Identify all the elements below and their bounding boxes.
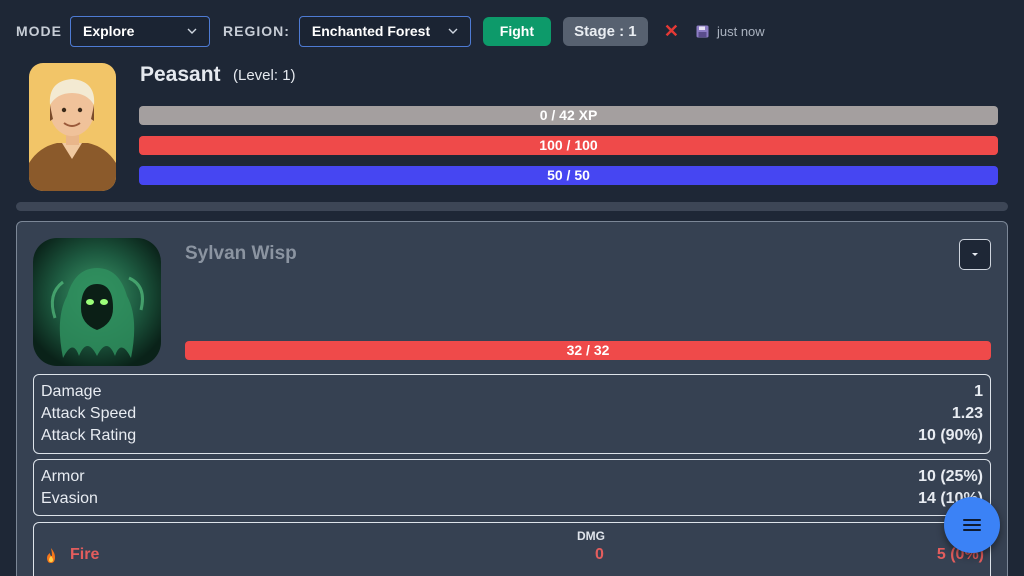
stat-label: Attack Speed bbox=[41, 405, 137, 422]
player-level: (Level: 1) bbox=[233, 67, 296, 84]
stat-row-armor: Armor 10 (25%) bbox=[41, 466, 983, 488]
mode-select[interactable]: Explore bbox=[70, 15, 210, 47]
chevron-down-icon bbox=[448, 28, 458, 34]
region-select-value: Enchanted Forest bbox=[311, 23, 431, 39]
stat-label: Evasion bbox=[41, 490, 98, 507]
section-divider bbox=[16, 202, 1008, 211]
element-name: Fire bbox=[70, 546, 100, 563]
xp-bar: 0 / 42 XP bbox=[139, 106, 998, 125]
mode-label: MODE bbox=[16, 23, 62, 39]
stat-row-attack-speed: Attack Speed 1.23 bbox=[41, 403, 983, 425]
stat-row-evasion: Evasion 14 (10%) bbox=[41, 488, 983, 510]
enemy-name: Sylvan Wisp bbox=[185, 243, 297, 264]
stat-value: 1 bbox=[974, 383, 983, 400]
fight-button[interactable]: Fight bbox=[482, 16, 551, 46]
stat-row-attack-rating: Attack Rating 10 (90%) bbox=[41, 425, 983, 447]
enemy-avatar bbox=[33, 238, 161, 366]
region-select[interactable]: Enchanted Forest bbox=[298, 15, 471, 47]
hamburger-menu-icon bbox=[963, 519, 981, 531]
save-icon bbox=[696, 25, 709, 37]
stat-value: 10 (90%) bbox=[918, 427, 983, 444]
enemy-health-bar-text: 32 / 32 bbox=[566, 342, 610, 358]
elements-column-header: DMG bbox=[577, 529, 605, 543]
chevron-down-icon bbox=[187, 28, 197, 34]
player-avatar bbox=[29, 63, 116, 191]
save-status: just now bbox=[716, 23, 765, 39]
region-label: REGION: bbox=[223, 23, 290, 39]
offense-stats-box: Damage 1 Attack Speed 1.23 Attack Rating… bbox=[33, 374, 991, 454]
element-damage: 0 bbox=[595, 546, 604, 563]
stat-label: Armor bbox=[41, 468, 85, 485]
fire-icon bbox=[47, 548, 55, 563]
xp-bar-text: 0 / 42 XP bbox=[539, 107, 598, 123]
stat-value: 10 (25%) bbox=[918, 468, 983, 485]
defense-stats-box: Armor 10 (25%) Evasion 14 (10%) bbox=[33, 459, 991, 516]
health-bar: 100 / 100 bbox=[139, 136, 998, 155]
player-name: Peasant bbox=[140, 63, 221, 86]
stat-row-damage: Damage 1 bbox=[41, 381, 983, 403]
caret-down-icon bbox=[972, 253, 978, 256]
mana-bar: 50 / 50 bbox=[139, 166, 998, 185]
element-row-fire: Fire 0 5 (0%) bbox=[44, 546, 984, 566]
mode-select-value: Explore bbox=[83, 23, 135, 39]
top-toolbar: MODE Explore REGION: Enchanted Forest Fi… bbox=[0, 0, 1024, 62]
stat-label: Damage bbox=[41, 383, 102, 400]
health-bar-text: 100 / 100 bbox=[539, 137, 598, 153]
menu-fab-button[interactable] bbox=[944, 497, 1000, 553]
mana-bar-text: 50 / 50 bbox=[547, 167, 590, 183]
stage-badge[interactable]: Stage : 1 bbox=[562, 16, 648, 46]
enemy-health-bar: 32 / 32 bbox=[185, 341, 991, 360]
stat-label: Attack Rating bbox=[41, 427, 137, 444]
enemy-options-toggle[interactable] bbox=[959, 239, 991, 270]
stat-value: 1.23 bbox=[951, 405, 983, 422]
close-icon[interactable]: ✕ bbox=[664, 21, 679, 42]
